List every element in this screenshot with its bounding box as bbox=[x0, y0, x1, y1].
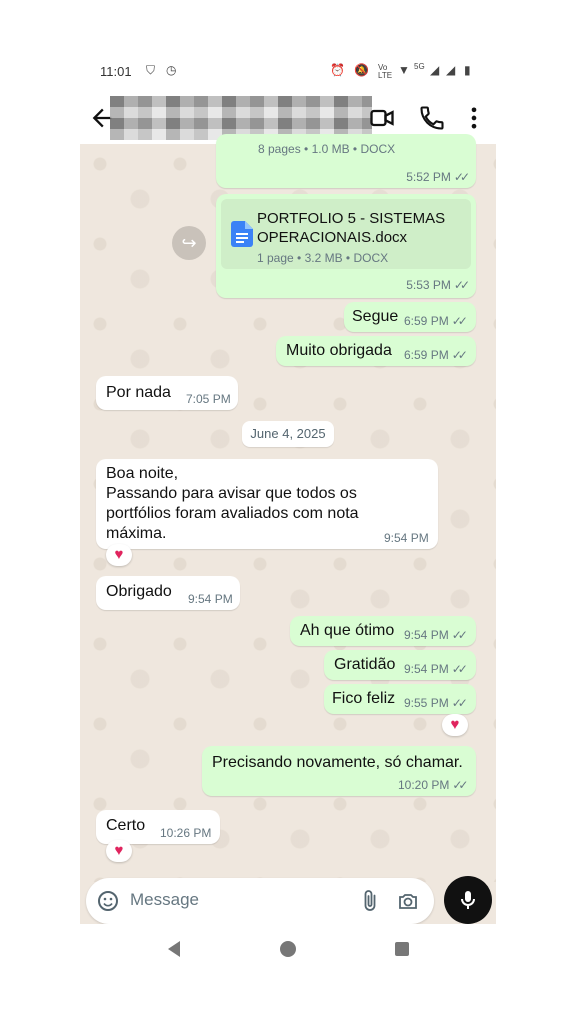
more-options-icon[interactable] bbox=[460, 104, 488, 132]
nav-recents-icon[interactable] bbox=[394, 941, 410, 957]
phone-screen: 11:01 ⛉ ◷ ⏰ 🔕 Vo LTE ▼ 5G ◢ ◢ ▮ 8 pages … bbox=[80, 52, 496, 972]
document-title: PORTFOLIO 5 - SISTEMAS OPERACIONAIS.docx bbox=[257, 210, 446, 246]
document-message[interactable]: PORTFOLIO 5 - SISTEMAS OPERACIONAIS.docx… bbox=[216, 194, 476, 298]
shield-icon: ⛉ bbox=[146, 63, 156, 77]
signal-icon-2: ◢ bbox=[446, 63, 456, 77]
incoming-message[interactable]: Certo 10:26 PM bbox=[96, 810, 220, 844]
battery-icon: ▮ bbox=[464, 63, 471, 77]
alarm-icon: ⏰ bbox=[330, 63, 345, 77]
mic-button[interactable] bbox=[444, 876, 492, 924]
read-ticks-icon: ✓✓ bbox=[452, 778, 468, 792]
voice-call-icon[interactable] bbox=[418, 104, 446, 132]
microphone-icon bbox=[461, 891, 475, 909]
document-meta: 1 page • 3.2 MB • DOCX bbox=[257, 251, 389, 265]
camera-icon[interactable] bbox=[396, 889, 420, 913]
volte-label: Vo LTE bbox=[378, 63, 393, 80]
signal-icon: ◢ bbox=[430, 63, 440, 77]
heart-reaction-icon[interactable]: ♥ bbox=[442, 714, 468, 736]
outgoing-message[interactable]: Muito obrigada 6:59 PM ✓✓ bbox=[276, 336, 476, 366]
mute-icon: 🔕 bbox=[354, 63, 369, 77]
document-message-partial[interactable]: 8 pages • 1.0 MB • DOCX 5:52 PM ✓✓ bbox=[216, 134, 476, 188]
read-ticks-icon: ✓✓ bbox=[451, 314, 468, 328]
network-type-label: 5G bbox=[414, 62, 425, 71]
date-separator: June 4, 2025 bbox=[242, 421, 334, 447]
nav-back-icon[interactable] bbox=[166, 940, 182, 958]
nav-home-icon[interactable] bbox=[279, 940, 297, 958]
outgoing-message[interactable]: Precisando novamente, só chamar. 10:20 P… bbox=[202, 746, 476, 796]
status-bar: 11:01 ⛉ ◷ ⏰ 🔕 Vo LTE ▼ 5G ◢ ◢ ▮ bbox=[80, 52, 496, 92]
incoming-message[interactable]: Por nada 7:05 PM bbox=[96, 376, 238, 410]
read-ticks-icon: ✓✓ bbox=[453, 278, 470, 292]
incoming-message[interactable]: Boa noite, Passando para avisar que todo… bbox=[96, 459, 438, 549]
message-time: 5:52 PM ✓✓ bbox=[406, 170, 470, 184]
read-ticks-icon: ✓✓ bbox=[453, 170, 470, 184]
outgoing-message[interactable]: Fico feliz 9:55 PM ✓✓ bbox=[324, 684, 476, 714]
system-nav-bar bbox=[80, 924, 496, 972]
outgoing-message[interactable]: Gratidão 9:54 PM ✓✓ bbox=[324, 650, 476, 680]
message-input[interactable]: Message bbox=[130, 890, 199, 910]
docx-file-icon bbox=[231, 221, 253, 247]
read-ticks-icon: ✓✓ bbox=[451, 696, 468, 710]
outgoing-message[interactable]: Ah que ótimo 9:54 PM ✓✓ bbox=[290, 616, 476, 646]
outgoing-message[interactable]: Segue 6:59 PM ✓✓ bbox=[344, 302, 476, 332]
document-card[interactable]: PORTFOLIO 5 - SISTEMAS OPERACIONAIS.docx… bbox=[221, 199, 471, 269]
forward-icon[interactable]: ↪ bbox=[172, 226, 206, 260]
heart-reaction-icon[interactable]: ♥ bbox=[106, 840, 132, 862]
chat-area[interactable]: 8 pages • 1.0 MB • DOCX 5:52 PM ✓✓ ↪ PORT… bbox=[80, 134, 496, 882]
wifi-icon: ▼ bbox=[398, 63, 410, 77]
attach-paperclip-icon[interactable] bbox=[358, 889, 382, 913]
read-ticks-icon: ✓✓ bbox=[451, 628, 468, 642]
message-composer[interactable]: Message bbox=[86, 878, 434, 924]
doc-meta-partial: 8 pages • 1.0 MB • DOCX bbox=[258, 142, 396, 156]
sticker-emoji-icon[interactable] bbox=[96, 889, 120, 913]
incoming-message[interactable]: Obrigado 9:54 PM bbox=[96, 576, 240, 610]
status-time: 11:01 bbox=[100, 64, 132, 79]
message-time: 5:53 PM ✓✓ bbox=[406, 278, 470, 292]
read-ticks-icon: ✓✓ bbox=[451, 348, 468, 362]
heart-reaction-icon[interactable]: ♥ bbox=[106, 544, 132, 566]
video-call-icon[interactable] bbox=[368, 104, 396, 132]
clock-icon: ◷ bbox=[166, 63, 177, 77]
read-ticks-icon: ✓✓ bbox=[451, 662, 468, 676]
